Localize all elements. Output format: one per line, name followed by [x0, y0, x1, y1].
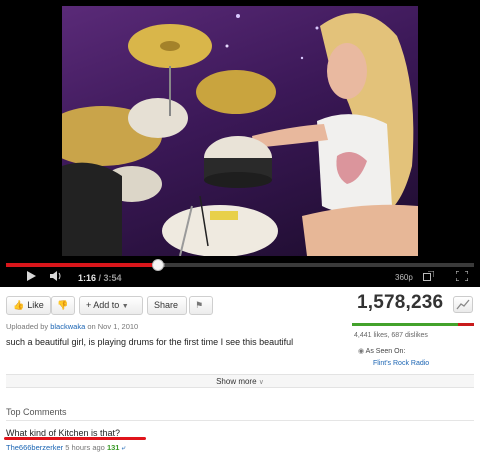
volume-icon[interactable]	[50, 271, 62, 286]
play-icon[interactable]	[27, 271, 36, 286]
dislike-button[interactable]: 👎	[51, 296, 75, 315]
add-to-label: + Add to	[86, 300, 120, 310]
like-button[interactable]: 👍 Like	[6, 296, 51, 315]
like-label: Like	[27, 300, 44, 310]
thumbs-down-icon: 👎	[57, 300, 69, 310]
upload-date: on Nov 1, 2010	[87, 322, 139, 331]
share-label: Share	[154, 300, 179, 310]
quality-button[interactable]: 360p	[395, 271, 413, 285]
chart-icon	[456, 299, 470, 310]
as-seen-on: ◉ As Seen On:	[358, 347, 405, 355]
as-seen-on-label: As Seen On:	[365, 348, 406, 355]
eye-icon: ◉	[358, 348, 365, 355]
comments-divider	[6, 420, 474, 421]
duration: 3:54	[103, 273, 122, 283]
highlight-underline	[4, 437, 146, 440]
as-seen-on-link[interactable]: Flint's Rock Radio	[373, 360, 429, 367]
flag-icon: ⚑	[195, 300, 204, 310]
comment-time: 5 hours ago	[65, 443, 105, 452]
add-to-button[interactable]: + Add to ▼	[79, 296, 143, 315]
fullscreen-icon[interactable]	[455, 270, 469, 286]
popout-icon[interactable]	[423, 270, 435, 286]
chevron-down-icon: ∨	[258, 379, 264, 386]
likes-dislikes-count: 4,441 likes, 687 dislikes	[354, 332, 428, 339]
show-more-label: Show more	[216, 377, 257, 386]
comment-score: 131	[106, 443, 120, 452]
video-frame[interactable]	[62, 6, 418, 256]
time-display: 1:16 / 3:54	[78, 273, 122, 283]
show-more-button[interactable]: Show more ∨	[6, 374, 474, 388]
reply-icon[interactable]: ⤶	[122, 443, 126, 452]
top-comments-heading: Top Comments	[6, 407, 67, 417]
progress-bar[interactable]	[6, 259, 474, 271]
video-description: such a beautiful girl, is playing drums …	[6, 337, 294, 347]
upload-prefix: Uploaded by	[6, 322, 49, 331]
like-dislike-bar	[352, 323, 474, 326]
video-player[interactable]: 1:16 / 3:54 360p	[0, 0, 480, 287]
share-button[interactable]: Share	[147, 296, 187, 315]
current-time: 1:16	[78, 273, 97, 283]
thumbs-up-icon: 👍	[13, 300, 25, 310]
stats-button[interactable]	[453, 296, 473, 313]
upload-info: Uploaded by blackwaka on Nov 1, 2010	[6, 322, 138, 331]
progress-played	[6, 263, 159, 267]
comment-meta: The666berzerker 5 hours ago 131 ⤶	[6, 443, 126, 453]
video-still-drummer	[62, 13, 418, 256]
like-ratio-fill	[352, 323, 458, 326]
uploader-link[interactable]: blackwaka	[50, 322, 85, 331]
comment-author-link[interactable]: The666berzerker	[6, 443, 63, 452]
flag-button[interactable]: ⚑	[189, 296, 213, 315]
player-controls: 1:16 / 3:54 360p	[0, 269, 480, 287]
view-count: 1,578,236	[357, 292, 444, 313]
chevron-down-icon: ▼	[121, 303, 129, 310]
